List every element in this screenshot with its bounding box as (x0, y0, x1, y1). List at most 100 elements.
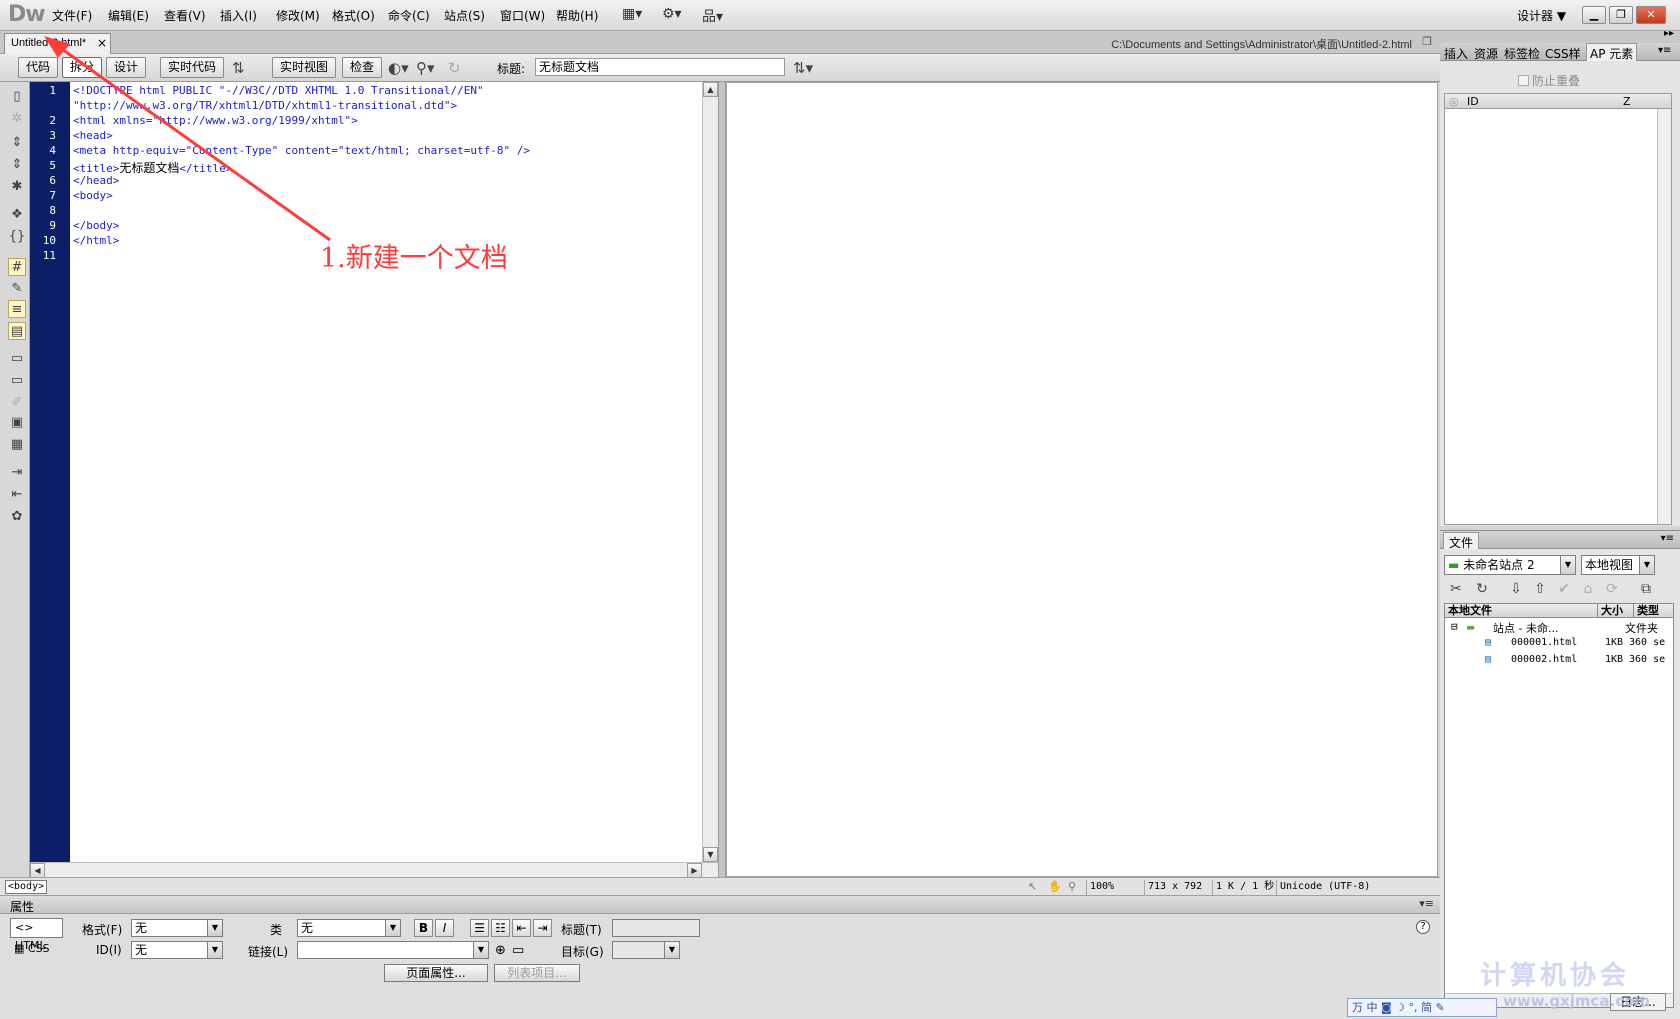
file-row[interactable]: ▤ 000001.html 1KB 360 se (1445, 637, 1673, 654)
panel-menu-icon[interactable]: ▾≡ (1658, 45, 1671, 56)
col-local-files[interactable]: 本地文件 (1448, 604, 1492, 618)
move-css-icon[interactable]: ▦ (8, 436, 26, 454)
collapse-icon[interactable]: ⊟ (1451, 620, 1458, 633)
expand-all-icon[interactable]: ✱ (8, 178, 26, 196)
tab-ap-elements[interactable]: AP 元素 (1586, 43, 1638, 61)
remove-comment-icon[interactable]: ▭ (8, 372, 26, 390)
live-code-button[interactable]: 实时代码 (160, 57, 224, 78)
extend-gear-icon[interactable]: ⚙▾ (662, 6, 682, 24)
ime-toolbar[interactable]: 万 中 ◙ ☽ °, 简 ✎ (1347, 998, 1497, 1017)
line-numbers-icon[interactable]: # (8, 258, 26, 276)
site-root-row[interactable]: ⊟ ▬ 站点 - 未命... 文件夹 (1445, 620, 1673, 637)
panel-menu-icon[interactable]: ▾≡ (1419, 897, 1434, 910)
expand-panel-icon[interactable]: ⧉ (1636, 579, 1656, 599)
ap-elements-list[interactable] (1444, 109, 1672, 525)
page-properties-button[interactable]: 页面属性... (384, 964, 488, 982)
wrap-tag-icon[interactable]: ✐ (8, 394, 26, 412)
title-input[interactable]: 无标题文档 (535, 58, 785, 76)
get-files-icon[interactable]: ⇩ (1506, 579, 1526, 599)
close-button[interactable]: ✕ (1636, 6, 1666, 24)
outdent-code-icon[interactable]: ⇤ (8, 486, 26, 504)
tab-tag-inspector[interactable]: 标签检 (1504, 45, 1540, 62)
ap-col-id[interactable]: ID (1467, 95, 1479, 108)
menu-site[interactable]: 站点(S) (444, 7, 485, 24)
tab-css-styles[interactable]: CSS样 (1545, 45, 1581, 62)
design-view[interactable] (726, 82, 1438, 877)
menu-view[interactable]: 查看(V) (164, 7, 206, 24)
refresh-icon[interactable]: ↻ (448, 59, 461, 77)
menu-modify[interactable]: 修改(M) (276, 7, 320, 24)
properties-header[interactable]: 属性 ▾≡ (0, 896, 1440, 914)
prevent-overlap-checkbox[interactable]: 防止重叠 (1518, 72, 1580, 89)
heading-input[interactable] (612, 919, 700, 937)
menu-help[interactable]: 帮助(H) (556, 7, 598, 24)
select-parent-tag-icon[interactable]: ❖ (8, 206, 26, 224)
live-view-button[interactable]: 实时视图 (272, 57, 336, 78)
site-icon[interactable]: 品▾ (702, 6, 723, 25)
inspect-button[interactable]: 检查 (342, 57, 382, 78)
browse-folder-icon[interactable]: ▭ (512, 943, 524, 958)
eye-icon[interactable]: ◎ (1449, 95, 1459, 108)
list-item-button[interactable]: 列表项目... (494, 964, 580, 982)
code-vertical-scrollbar[interactable]: ▲ ▼ (702, 82, 718, 862)
file-transfer-icon[interactable]: ⇅▾ (793, 59, 813, 77)
outdent-icon[interactable]: ⇤ (512, 919, 531, 937)
scroll-down-icon[interactable]: ▼ (703, 847, 718, 862)
visual-aids-icon[interactable]: ⚲▾ (416, 59, 435, 77)
site-select[interactable]: ▬ 未命名站点 2 ▼ (1444, 555, 1576, 575)
file-management-icon[interactable]: ⇅ (232, 59, 245, 77)
target-select[interactable]: ▼ (612, 941, 680, 959)
ap-scrollbar[interactable] (1657, 109, 1671, 524)
minimize-button[interactable]: ▁ (1582, 6, 1606, 24)
document-tab[interactable]: Untitled-2.html* × (4, 33, 111, 54)
files-list[interactable]: ⊟ ▬ 站点 - 未命... 文件夹 ▤ 000001.html 1KB 360… (1444, 618, 1674, 1008)
file-row[interactable]: ▤ 000002.html 1KB 360 se (1445, 654, 1673, 671)
restore-button[interactable]: ❐ (1609, 6, 1633, 24)
collapse-selection-icon[interactable]: ⇕ (8, 156, 26, 174)
show-code-navigator-icon[interactable]: ✲ (8, 110, 26, 128)
ordered-list-icon[interactable]: ☷ (491, 919, 510, 937)
syntax-coloring-icon[interactable]: ▤ (8, 322, 26, 340)
html-mode-button[interactable]: <> HTML (10, 918, 63, 952)
bold-button[interactable]: B (414, 919, 433, 937)
put-files-icon[interactable]: ⇧ (1530, 579, 1550, 599)
zoom-tool-icon[interactable]: ⚲ (1068, 880, 1076, 893)
tab-insert[interactable]: 插入 (1444, 45, 1468, 62)
open-documents-icon[interactable]: ▯ (8, 88, 26, 106)
scroll-right-icon[interactable]: ▶ (687, 863, 702, 878)
col-size[interactable]: 大小 (1597, 604, 1623, 618)
preview-browser-icon[interactable]: ◐▾ (388, 59, 409, 77)
menu-format[interactable]: 格式(O) (332, 7, 375, 24)
scroll-up-icon[interactable]: ▲ (703, 82, 718, 97)
point-to-file-icon[interactable]: ⊕ (495, 943, 506, 958)
balance-braces-icon[interactable]: {} (8, 228, 26, 246)
check-in-icon[interactable]: ⌂ (1578, 579, 1598, 599)
synchronize-icon[interactable]: ⟳ (1602, 579, 1622, 599)
refresh-icon[interactable]: ↻ (1472, 579, 1492, 599)
menu-window[interactable]: 窗口(W) (500, 7, 545, 24)
highlight-invalid-code-icon[interactable]: ✎ (8, 280, 26, 298)
apply-comment-icon[interactable]: ▭ (8, 350, 26, 368)
recent-snippets-icon[interactable]: ▣ (8, 414, 26, 432)
tab-files[interactable]: 文件 (1443, 532, 1480, 550)
zoom-select[interactable]: 100% (1086, 880, 1142, 895)
window-size-select[interactable]: 713 x 792 (1144, 880, 1210, 895)
italic-button[interactable]: I (435, 919, 454, 937)
panel-menu-icon[interactable]: ▾≡ (1661, 533, 1674, 544)
code-editor[interactable]: <!DOCTYPE html PUBLIC "-//W3C//DTD XHTML… (70, 82, 702, 862)
expand-panels-icon[interactable]: ▸▸ (1664, 28, 1674, 39)
tag-selector-body[interactable]: <body> (5, 880, 48, 894)
help-icon[interactable]: ? (1416, 920, 1430, 934)
indent-code-icon[interactable]: ⇥ (8, 464, 26, 482)
tab-assets[interactable]: 资源 (1474, 45, 1498, 62)
view-select[interactable]: 本地视图 ▼ (1581, 555, 1655, 575)
menu-insert[interactable]: 插入(I) (220, 7, 257, 24)
collapse-full-tag-icon[interactable]: ⇕ (8, 134, 26, 152)
menu-commands[interactable]: 命令(C) (388, 7, 430, 24)
split-divider[interactable] (718, 82, 726, 877)
menu-edit[interactable]: 编辑(E) (108, 7, 149, 24)
check-out-icon[interactable]: ✔ (1554, 579, 1574, 599)
word-wrap-icon[interactable]: ≡ (8, 300, 26, 318)
code-view-button[interactable]: 代码 (18, 57, 58, 78)
scroll-left-icon[interactable]: ◀ (30, 863, 45, 878)
